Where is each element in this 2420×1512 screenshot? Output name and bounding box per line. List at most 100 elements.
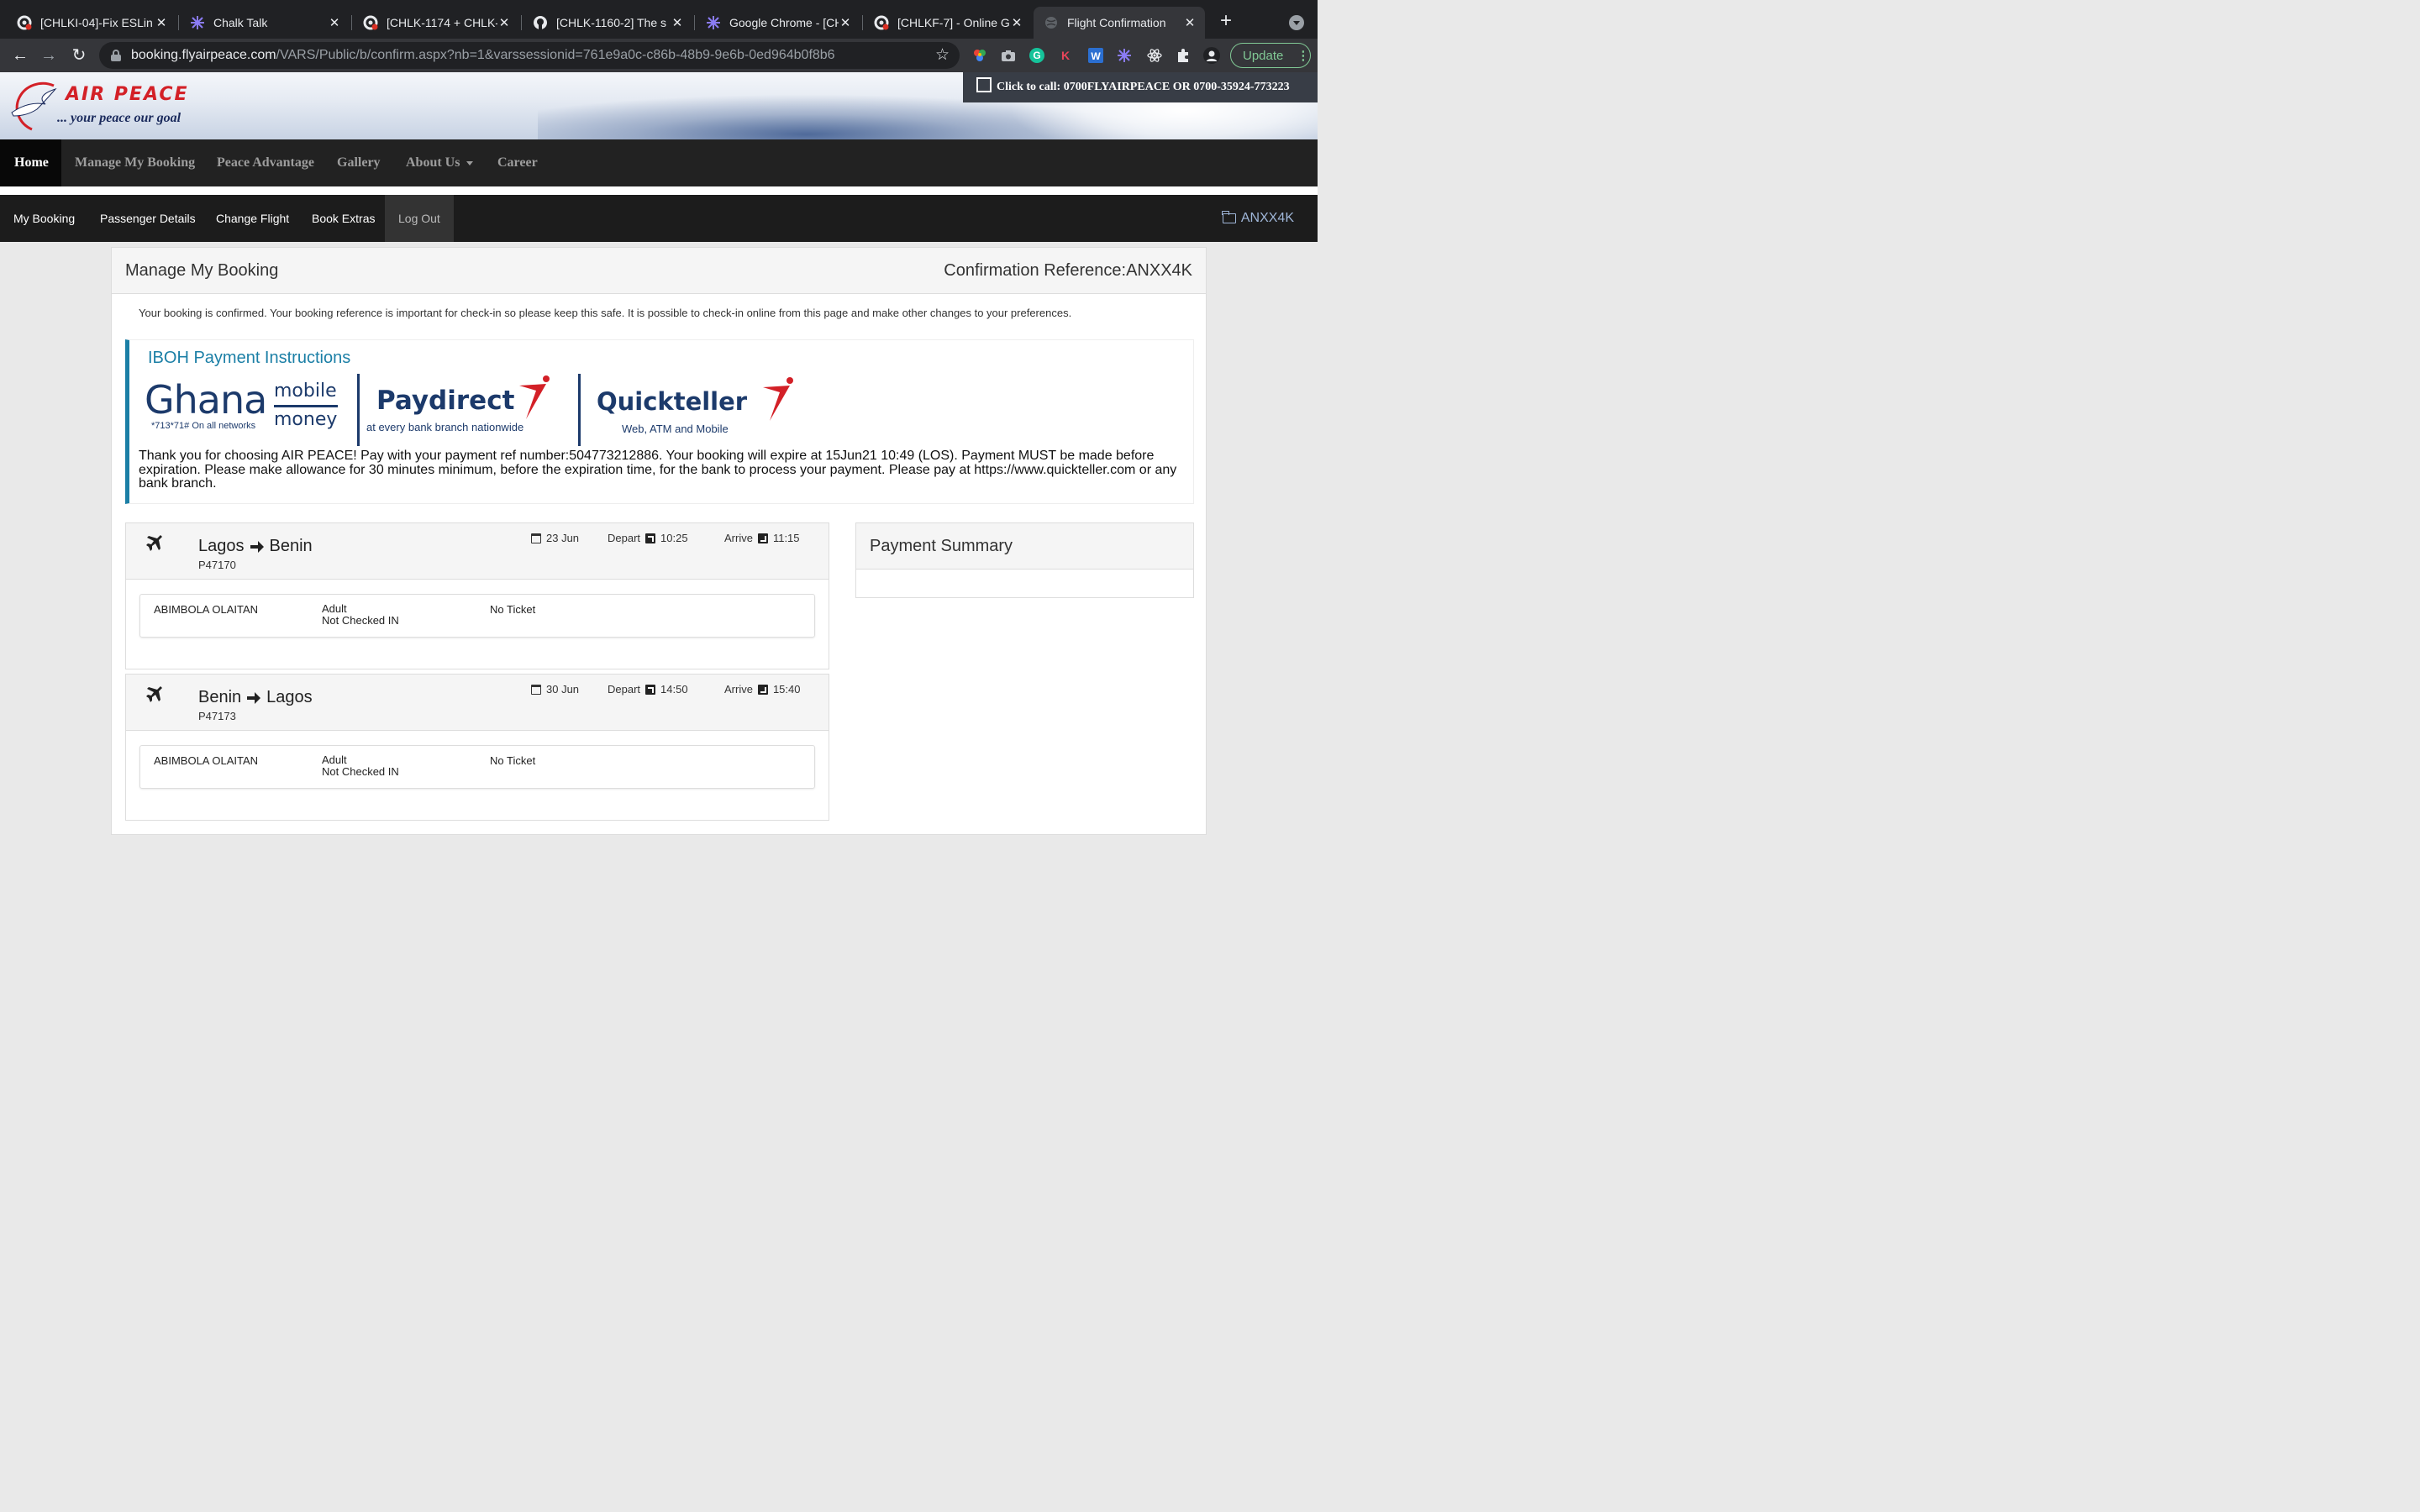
- arrow-right-icon: [250, 540, 264, 553]
- date-value: 30 Jun: [546, 683, 580, 696]
- nav-label: Peace Advantage: [217, 155, 314, 170]
- close-tab-icon[interactable]: ✕: [1010, 15, 1023, 30]
- address-bar[interactable]: booking.flyairpeace.com/VARS/Public/b/co…: [99, 42, 960, 69]
- ticket-status: No Ticket: [490, 603, 536, 616]
- grammarly-icon[interactable]: G: [1028, 47, 1045, 64]
- subnav-book-extras[interactable]: Book Extras: [312, 195, 375, 242]
- tab-title: [CHLK-1174 + CHLK-: [387, 16, 497, 29]
- subnav-label: My Booking: [13, 212, 76, 225]
- passenger-row: ABIMBOLA OLAITAN Adult Not Checked IN No …: [139, 745, 815, 789]
- tab-divider: [694, 15, 695, 30]
- flight-arrive: Arrive 11:15: [724, 532, 800, 544]
- arrive-icon: [757, 684, 768, 695]
- camera-extension-icon[interactable]: [1000, 47, 1017, 64]
- nav-home[interactable]: Home: [0, 139, 61, 186]
- browser-tab[interactable]: [CHLK-1160-2] The s ✕: [523, 7, 692, 39]
- arrive-label: Arrive: [724, 683, 753, 696]
- update-label: Update: [1243, 48, 1284, 63]
- nav-about-us[interactable]: About Us: [406, 139, 474, 186]
- chalk-talk-icon: [706, 15, 721, 30]
- subnav-label: Change Flight: [216, 212, 290, 225]
- checkin-status: Not Checked IN: [322, 764, 399, 778]
- calendar-icon: [531, 684, 541, 695]
- depart-icon: [645, 684, 656, 695]
- forward-arrow-icon[interactable]: →: [39, 45, 59, 66]
- page-title: Manage My Booking: [125, 261, 279, 280]
- browser-tab[interactable]: [CHLK-1174 + CHLK- ✕: [353, 7, 519, 39]
- github-icon: [533, 15, 548, 30]
- close-tab-icon[interactable]: ✕: [155, 15, 168, 30]
- k-extension-icon[interactable]: K: [1057, 47, 1074, 64]
- passenger-status: Adult Not Checked IN: [322, 603, 399, 626]
- browser-tab[interactable]: Chalk Talk ✕: [180, 7, 350, 39]
- close-tab-icon[interactable]: ✕: [839, 15, 852, 30]
- nav-gallery[interactable]: Gallery: [337, 139, 381, 186]
- tab-divider: [178, 15, 179, 30]
- close-tab-icon[interactable]: ✕: [1183, 15, 1197, 30]
- subnav-change-flight[interactable]: Change Flight: [216, 195, 289, 242]
- browser-tab-active[interactable]: Flight Confirmation ✕: [1034, 7, 1205, 39]
- passenger-name: ABIMBOLA OLAITAN: [154, 754, 259, 767]
- subnav-my-booking[interactable]: My Booking: [13, 195, 75, 242]
- flight-route: Benin Lagos: [198, 688, 313, 707]
- react-devtools-icon[interactable]: [1146, 47, 1163, 64]
- tab-search-icon[interactable]: [1289, 15, 1304, 30]
- reload-icon[interactable]: ↻: [69, 45, 89, 66]
- flight-number: P47170: [198, 559, 236, 571]
- flight-date: 23 Jun: [531, 532, 579, 544]
- tab-divider: [351, 15, 352, 30]
- subnav-passenger-details[interactable]: Passenger Details: [100, 195, 196, 242]
- subnav-log-out[interactable]: Log Out: [385, 195, 454, 242]
- passenger-status: Adult Not Checked IN: [322, 754, 399, 777]
- arrive-time: 11:15: [772, 532, 800, 544]
- booking-code-link[interactable]: ANXX4K: [1222, 195, 1294, 242]
- new-tab-icon[interactable]: +: [1215, 10, 1237, 32]
- word-extension-icon[interactable]: W: [1087, 47, 1104, 64]
- url-text: booking.flyairpeace.com/VARS/Public/b/co…: [131, 48, 835, 63]
- payment-summary-panel: Payment Summary: [855, 522, 1194, 598]
- calendar-icon: [531, 533, 541, 543]
- chalk-talk-extension-icon[interactable]: [1116, 47, 1133, 64]
- call-checkbox[interactable]: [976, 77, 992, 92]
- nav-peace-advantage[interactable]: Peace Advantage: [217, 139, 314, 186]
- extensions-puzzle-icon[interactable]: [1175, 47, 1192, 64]
- back-arrow-icon[interactable]: ←: [10, 45, 30, 66]
- browser-tab[interactable]: [CHLKF-7] - Online G ✕: [864, 7, 1032, 39]
- browser-tab[interactable]: Google Chrome - [CH ✕: [696, 7, 860, 39]
- menu-dots-icon: ⋮: [1297, 49, 1310, 63]
- ghana-wordmark: Ghana: [145, 377, 267, 423]
- air-peace-logo[interactable]: AIR PEACE ... your peace our goal: [3, 79, 205, 133]
- close-tab-icon[interactable]: ✕: [671, 15, 684, 30]
- quickteller-swoosh-icon: [763, 377, 793, 421]
- profile-avatar-icon[interactable]: [1203, 47, 1220, 64]
- url-host: booking.flyairpeace.com: [131, 48, 276, 62]
- origin-city: Benin: [198, 688, 242, 706]
- payment-summary-title: Payment Summary: [870, 537, 1013, 555]
- passenger-type: Adult: [322, 753, 347, 766]
- dropdown-caret-icon: [466, 160, 474, 165]
- paydirect-swoosh-icon: [519, 375, 550, 419]
- arrive-time: 15:40: [772, 683, 801, 696]
- browser-tab-strip: [CHLKI-04]-Fix ESLin ✕ Chalk Talk ✕ [CHL…: [0, 0, 1318, 39]
- update-button[interactable]: Update ⋮: [1230, 43, 1311, 68]
- logo-divider: [357, 374, 360, 446]
- color-picker-extension-icon[interactable]: [971, 47, 988, 64]
- tab-divider: [862, 15, 863, 30]
- browser-tab[interactable]: [CHLKI-04]-Fix ESLin ✕: [7, 7, 176, 39]
- plane-icon: [146, 535, 162, 551]
- bookmark-star-icon[interactable]: ☆: [935, 45, 950, 65]
- depart-time: 14:50: [660, 683, 688, 696]
- close-tab-icon[interactable]: ✕: [497, 15, 511, 30]
- logo-tagline: ... your peace our goal: [57, 111, 182, 125]
- close-tab-icon[interactable]: ✕: [328, 15, 341, 30]
- nav-career[interactable]: Career: [497, 139, 538, 186]
- plane-icon: [146, 686, 162, 702]
- click-to-call-box[interactable]: Click to call: 0700FLYAIRPEACE OR 0700-3…: [963, 72, 1318, 102]
- paydirect-subtitle: at every bank branch nationwide: [366, 421, 524, 433]
- tab-title: [CHLKF-7] - Online G: [897, 16, 1010, 29]
- nav-manage-my-booking[interactable]: Manage My Booking: [75, 139, 195, 186]
- booking-code: ANXX4K: [1240, 211, 1294, 225]
- arrive-icon: [757, 533, 768, 543]
- passenger-row: ABIMBOLA OLAITAN Adult Not Checked IN No …: [139, 594, 815, 638]
- arrive-label: Arrive: [724, 532, 753, 544]
